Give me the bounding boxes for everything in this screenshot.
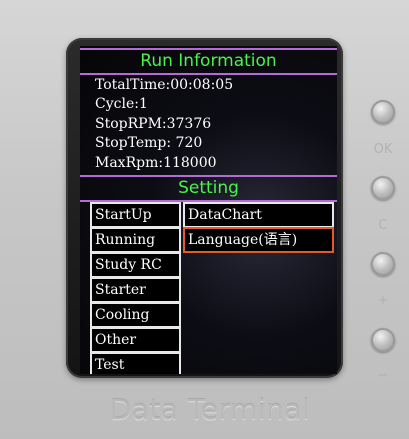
cancel-button-label: C <box>378 218 388 233</box>
menu-item-startup[interactable]: StartUp <box>90 202 181 228</box>
total-time-value: TotalTime:00:08:05 <box>95 77 234 93</box>
minus-button[interactable] <box>371 328 395 352</box>
run-information-panel: TotalTime:00:08:05 Cycle:1 StopRPM:37376… <box>95 76 233 173</box>
menu-item-study-rc[interactable]: Study RC <box>90 252 181 278</box>
stop-rpm-value: StopRPM:37376 <box>95 115 212 132</box>
menu-item-test[interactable]: Test <box>90 352 181 374</box>
brand-label: Data Terminal <box>109 393 311 426</box>
menu-item-cooling[interactable]: Cooling <box>90 302 181 328</box>
run-info-divider <box>80 73 337 75</box>
menu-item-datachart[interactable]: DataChart <box>183 202 334 228</box>
lcd-screen: Run Information TotalTime:00:08:05 Cycle… <box>80 46 337 374</box>
top-divider <box>80 48 337 50</box>
setting-divider-top <box>80 175 337 177</box>
plus-button[interactable] <box>371 252 395 276</box>
menu-item-running[interactable]: Running <box>90 227 181 253</box>
minus-button-label: − <box>377 368 389 383</box>
run-information-title: Run Information <box>140 51 277 71</box>
data-terminal-device: Run Information TotalTime:00:08:05 Cycle… <box>0 0 409 439</box>
max-rpm-value: MaxRpm:118000 <box>95 154 217 171</box>
ok-button[interactable] <box>371 100 395 124</box>
menu-item-other[interactable]: Other <box>90 327 181 353</box>
stop-temp-value: StopTemp: 720 <box>95 135 203 152</box>
plus-button-label: + <box>377 293 389 308</box>
cancel-button[interactable] <box>371 176 395 200</box>
setting-title: Setting <box>178 178 239 198</box>
menu-item-starter[interactable]: Starter <box>90 277 181 303</box>
menu-item-language[interactable]: Language(语言) <box>183 227 334 253</box>
cycle-value: Cycle:1 <box>95 96 148 113</box>
ok-button-label: OK <box>373 142 393 157</box>
